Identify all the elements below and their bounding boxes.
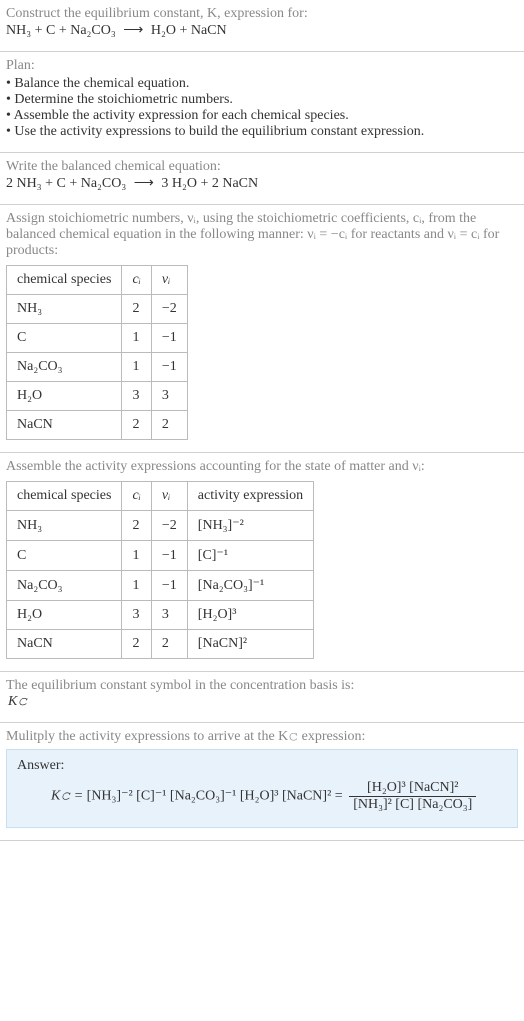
symbol-intro: The equilibrium constant symbol in the c… xyxy=(6,678,518,694)
cell-vi: 3 xyxy=(151,382,187,411)
plan-item: Assemble the activity expression for eac… xyxy=(6,108,518,124)
table-row: C 1 −1 xyxy=(7,324,188,353)
table-row: H₂O 3 3 xyxy=(7,382,188,411)
table-row: NaCN 2 2 [NaCN]² xyxy=(7,630,314,659)
cell-species: Na₂CO₃ xyxy=(7,571,122,601)
cell-vi: −2 xyxy=(151,295,187,324)
balanced-section: Write the balanced chemical equation: 2 … xyxy=(0,153,524,205)
col-species: chemical species xyxy=(7,482,122,511)
kc-flat-product: [NH₃]⁻² [C]⁻¹ [Na₂CO₃]⁻¹ [H₂O]³ [NaCN]² … xyxy=(87,789,347,804)
kc-prefix: K𝚌 = xyxy=(51,789,87,804)
cell-vi: −1 xyxy=(151,324,187,353)
equation-right: H₂O + NaCN xyxy=(151,23,227,38)
table-row: C 1 −1 [C]⁻¹ xyxy=(7,541,314,571)
kc-expression: K𝚌 = [NH₃]⁻² [C]⁻¹ [Na₂CO₃]⁻¹ [H₂O]³ [Na… xyxy=(51,780,507,813)
cell-expr: [H₂O]³ xyxy=(187,601,313,630)
reaction-arrow-icon: ⟶ xyxy=(119,23,147,38)
stoich-section: Assign stoichiometric numbers, νᵢ, using… xyxy=(0,205,524,453)
cell-ci: 2 xyxy=(122,411,151,440)
plan-list: Balance the chemical equation. Determine… xyxy=(6,76,518,140)
table-row: Na₂CO₃ 1 −1 [Na₂CO₃]⁻¹ xyxy=(7,571,314,601)
cell-ci: 1 xyxy=(122,353,151,382)
cell-ci: 2 xyxy=(122,630,151,659)
table-row: NH₃ 2 −2 xyxy=(7,295,188,324)
col-vi: νᵢ xyxy=(151,482,187,511)
unbalanced-equation: NH₃ + C + Na₂CO₃ ⟶ H₂O + NaCN xyxy=(6,22,518,39)
cell-vi: 3 xyxy=(151,601,187,630)
plan-section: Plan: Balance the chemical equation. Det… xyxy=(0,52,524,153)
kc-denominator: [NH₃]² [C] [Na₂CO₃] xyxy=(349,797,476,813)
activity-section: Assemble the activity expressions accoun… xyxy=(0,453,524,672)
cell-species: C xyxy=(7,324,122,353)
table-header-row: chemical species cᵢ νᵢ xyxy=(7,266,188,295)
cell-expr: [Na₂CO₃]⁻¹ xyxy=(187,571,313,601)
table-row: NH₃ 2 −2 [NH₃]⁻² xyxy=(7,511,314,541)
cell-ci: 2 xyxy=(122,511,151,541)
cell-vi: −2 xyxy=(151,511,187,541)
balanced-right: 3 H₂O + 2 NaCN xyxy=(161,176,258,191)
plan-item: Use the activity expressions to build th… xyxy=(6,124,518,140)
symbol-section: The equilibrium constant symbol in the c… xyxy=(0,672,524,723)
table-row: NaCN 2 2 xyxy=(7,411,188,440)
col-vi: νᵢ xyxy=(151,266,187,295)
table-row: Na₂CO₃ 1 −1 xyxy=(7,353,188,382)
activity-intro: Assemble the activity expressions accoun… xyxy=(6,459,518,475)
answer-label: Answer: xyxy=(17,758,507,774)
cell-vi: −1 xyxy=(151,541,187,571)
cell-ci: 1 xyxy=(122,541,151,571)
col-species: chemical species xyxy=(7,266,122,295)
balanced-left: 2 NH₃ + C + Na₂CO₃ xyxy=(6,176,126,191)
activity-table: chemical species cᵢ νᵢ activity expressi… xyxy=(6,481,314,659)
cell-expr: [NaCN]² xyxy=(187,630,313,659)
kc-numerator: [H₂O]³ [NaCN]² xyxy=(349,780,476,797)
cell-vi: −1 xyxy=(151,353,187,382)
cell-expr: [NH₃]⁻² xyxy=(187,511,313,541)
stoich-table: chemical species cᵢ νᵢ NH₃ 2 −2 C 1 −1 N… xyxy=(6,265,188,440)
cell-ci: 2 xyxy=(122,295,151,324)
cell-expr: [C]⁻¹ xyxy=(187,541,313,571)
cell-species: NaCN xyxy=(7,630,122,659)
cell-ci: 1 xyxy=(122,324,151,353)
answer-box: Answer: K𝚌 = [NH₃]⁻² [C]⁻¹ [Na₂CO₃]⁻¹ [H… xyxy=(6,749,518,828)
col-ci: cᵢ xyxy=(122,266,151,295)
reaction-arrow-icon: ⟶ xyxy=(130,176,158,191)
cell-species: NH₃ xyxy=(7,511,122,541)
final-intro: Mulitply the activity expressions to arr… xyxy=(6,729,518,745)
stoich-intro: Assign stoichiometric numbers, νᵢ, using… xyxy=(6,211,518,259)
table-row: H₂O 3 3 [H₂O]³ xyxy=(7,601,314,630)
table-header-row: chemical species cᵢ νᵢ activity expressi… xyxy=(7,482,314,511)
plan-item: Balance the chemical equation. xyxy=(6,76,518,92)
cell-vi: 2 xyxy=(151,411,187,440)
cell-species: C xyxy=(7,541,122,571)
cell-vi: −1 xyxy=(151,571,187,601)
final-section: Mulitply the activity expressions to arr… xyxy=(0,723,524,841)
cell-ci: 3 xyxy=(122,601,151,630)
cell-species: NH₃ xyxy=(7,295,122,324)
question-section: Construct the equilibrium constant, K, e… xyxy=(0,0,524,52)
cell-species: Na₂CO₃ xyxy=(7,353,122,382)
plan-item: Determine the stoichiometric numbers. xyxy=(6,92,518,108)
cell-species: H₂O xyxy=(7,382,122,411)
question-prompt: Construct the equilibrium constant, K, e… xyxy=(6,6,518,22)
col-ci: cᵢ xyxy=(122,482,151,511)
balanced-equation: 2 NH₃ + C + Na₂CO₃ ⟶ 3 H₂O + 2 NaCN xyxy=(6,175,518,192)
cell-vi: 2 xyxy=(151,630,187,659)
balanced-heading: Write the balanced chemical equation: xyxy=(6,159,518,175)
col-expr: activity expression xyxy=(187,482,313,511)
cell-ci: 1 xyxy=(122,571,151,601)
plan-heading: Plan: xyxy=(6,58,518,74)
kc-symbol: K𝚌 xyxy=(8,694,518,710)
kc-fraction: [H₂O]³ [NaCN]² [NH₃]² [C] [Na₂CO₃] xyxy=(349,780,476,813)
cell-species: H₂O xyxy=(7,601,122,630)
equation-left: NH₃ + C + Na₂CO₃ xyxy=(6,23,116,38)
cell-species: NaCN xyxy=(7,411,122,440)
cell-ci: 3 xyxy=(122,382,151,411)
